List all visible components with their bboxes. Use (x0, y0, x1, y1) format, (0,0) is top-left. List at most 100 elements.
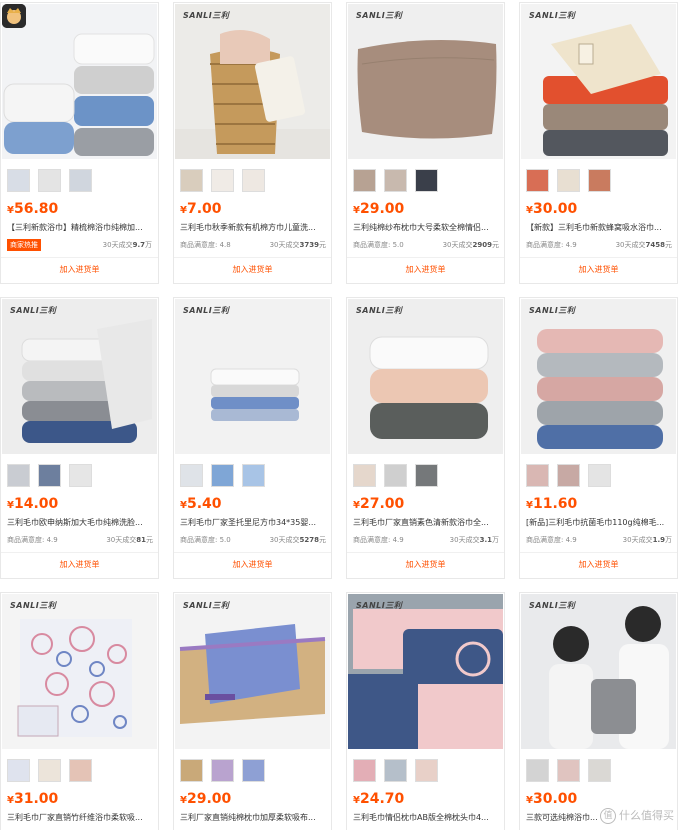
variant-thumbnail[interactable] (180, 759, 203, 782)
product-card[interactable]: SANLI三利 ¥31.00 三利毛巾厂家直销竹纤维浴巾柔软吸... (0, 592, 159, 830)
variant-thumbnail[interactable] (242, 464, 265, 487)
variant-thumbnail[interactable] (353, 169, 376, 192)
brand-logo: SANLI三利 (529, 306, 576, 315)
product-title[interactable]: 三利毛巾厂家直销素色清新款浴巾全... (353, 517, 499, 528)
add-to-stock-list-button[interactable]: 加入进货单 (520, 264, 677, 275)
product-card[interactable]: SANLI三利 ¥14.00 三利毛巾欧申纳斯加大毛巾纯棉洗脸... 商品满意度… (0, 297, 159, 579)
product-title[interactable]: [新品]三利毛巾抗菌毛巾110g纯棉毛... (526, 517, 672, 528)
product-title[interactable]: 【三利新款浴巾】精梳棉浴巾纯棉加... (7, 222, 153, 233)
product-image[interactable]: SANLI三利 (521, 299, 676, 454)
variant-thumbnail[interactable] (38, 169, 61, 192)
product-card[interactable]: SANLI三利 ¥30.00 【新款】三利毛巾新款蜂窝吸水浴巾... 商品满意度… (519, 2, 678, 284)
variant-thumbnail[interactable] (69, 759, 92, 782)
variant-thumbnail[interactable] (588, 464, 611, 487)
product-image[interactable] (2, 4, 157, 159)
variant-thumbnail[interactable] (557, 759, 580, 782)
product-card[interactable]: SANLI三利 ¥24.70 三利毛巾情侣枕巾AB版全棉枕头巾4... (346, 592, 505, 830)
product-card[interactable]: SANLI三利 ¥11.60 [新品]三利毛巾抗菌毛巾110g纯棉毛... 商品… (519, 297, 678, 579)
variant-thumbnail[interactable] (211, 759, 234, 782)
product-title[interactable]: 三利毛巾欧申纳斯加大毛巾纯棉洗脸... (7, 517, 153, 528)
variant-thumbnail[interactable] (211, 169, 234, 192)
add-to-stock-list-button[interactable]: 加入进货单 (347, 264, 504, 275)
sales-volume: 30天成交3739元 (269, 241, 326, 249)
sales-volume: 30天成交9.7万 (102, 241, 152, 249)
product-image[interactable]: SANLI三利 (348, 299, 503, 454)
add-to-stock-list-button[interactable]: 加入进货单 (347, 559, 504, 570)
brand-logo: SANLI三利 (356, 601, 403, 610)
product-title[interactable]: 三利毛巾秋季新款有机棉方巾儿童洗... (180, 222, 326, 233)
variant-thumbnail[interactable] (69, 464, 92, 487)
variant-thumbnail[interactable] (69, 169, 92, 192)
product-image[interactable]: SANLI三利 (2, 299, 157, 454)
add-to-stock-list-button[interactable]: 加入进货单 (520, 559, 677, 570)
product-image[interactable]: SANLI三利 (348, 4, 503, 159)
add-to-stock-list-button[interactable]: 加入进货单 (1, 559, 158, 570)
brand-logo: SANLI三利 (356, 306, 403, 315)
variant-thumbnail[interactable] (557, 169, 580, 192)
product-image[interactable]: SANLI三利 (175, 4, 330, 159)
variant-thumbnail[interactable] (38, 464, 61, 487)
brand-logo: SANLI三利 (529, 11, 576, 20)
product-title[interactable]: 三利毛巾厂家圣托里尼方巾34*35婴... (180, 517, 326, 528)
product-card[interactable]: ¥56.80 【三利新款浴巾】精梳棉浴巾纯棉加... 商家热推 30天成交9.7… (0, 2, 159, 284)
promo-badge: 商家热推 (7, 239, 41, 251)
variant-thumbnail[interactable] (415, 169, 438, 192)
variant-thumbnail[interactable] (384, 464, 407, 487)
variant-thumbnail[interactable] (588, 169, 611, 192)
satisfaction-rating: 商品满意度: 4.9 (353, 536, 404, 544)
variant-thumbnail[interactable] (7, 464, 30, 487)
add-to-stock-list-button[interactable]: 加入进货单 (1, 264, 158, 275)
variant-thumbnail[interactable] (242, 759, 265, 782)
divider (1, 552, 158, 553)
product-image[interactable]: SANLI三利 (175, 299, 330, 454)
variant-thumbnail[interactable] (526, 759, 549, 782)
product-image[interactable]: SANLI三利 (521, 4, 676, 159)
product-title[interactable]: 三利毛巾情侣枕巾AB版全棉枕头巾4... (353, 812, 499, 823)
variant-thumbnail[interactable] (384, 759, 407, 782)
product-card[interactable]: SANLI三利 ¥29.00 三利纯棉纱布枕巾大号柔软全棉情侣... 商品满意度… (346, 2, 505, 284)
variant-thumbnail[interactable] (526, 464, 549, 487)
satisfaction-rating: 商品满意度: 4.9 (526, 241, 577, 249)
divider (1, 257, 158, 258)
add-to-stock-list-button[interactable]: 加入进货单 (174, 264, 331, 275)
satisfaction-rating: 商品满意度: 4.8 (180, 241, 231, 249)
product-title[interactable]: 三利纯棉纱布枕巾大号柔软全棉情侣... (353, 222, 499, 233)
product-card[interactable]: SANLI三利 ¥30.00 三款可选纯棉浴巾... (519, 592, 678, 830)
variant-thumbnail[interactable] (38, 759, 61, 782)
product-title[interactable]: 三利毛巾厂家直销竹纤维浴巾柔软吸... (7, 812, 153, 823)
variant-thumbnail[interactable] (353, 759, 376, 782)
product-image[interactable]: SANLI三利 (175, 594, 330, 749)
product-price: ¥7.00 (180, 201, 222, 217)
product-title[interactable]: 三利厂家直销纯棉枕巾加厚柔软吸布... (180, 812, 326, 823)
variant-thumbnail[interactable] (180, 169, 203, 192)
variant-thumbnail[interactable] (353, 464, 376, 487)
product-card[interactable]: SANLI三利 ¥27.00 三利毛巾厂家直销素色清新款浴巾全... 商品满意度… (346, 297, 505, 579)
variant-thumbnail[interactable] (588, 759, 611, 782)
product-price: ¥31.00 (7, 791, 59, 807)
variant-thumbnail[interactable] (557, 464, 580, 487)
variant-thumbnail[interactable] (7, 169, 30, 192)
product-card[interactable]: SANLI三利 ¥5.40 三利毛巾厂家圣托里尼方巾34*35婴... 商品满意… (173, 297, 332, 579)
product-price: ¥5.40 (180, 496, 222, 512)
variant-thumbnail[interactable] (526, 169, 549, 192)
add-to-stock-list-button[interactable]: 加入进货单 (174, 559, 331, 570)
variant-thumbnail[interactable] (7, 759, 30, 782)
variant-thumbnail[interactable] (384, 169, 407, 192)
variant-thumbnail[interactable] (415, 759, 438, 782)
variant-thumbnail[interactable] (415, 464, 438, 487)
product-title[interactable]: 【新款】三利毛巾新款蜂窝吸水浴巾... (526, 222, 672, 233)
user-avatar[interactable] (2, 4, 26, 28)
variant-thumbnail[interactable] (211, 464, 234, 487)
variant-thumbnail[interactable] (180, 464, 203, 487)
product-card[interactable]: SANLI三利 ¥29.00 三利厂家直销纯棉枕巾加厚柔软吸布... (173, 592, 332, 830)
product-image[interactable]: SANLI三利 (2, 594, 157, 749)
variant-thumbnail[interactable] (242, 169, 265, 192)
product-image[interactable]: SANLI三利 (348, 594, 503, 749)
divider (174, 552, 331, 553)
brand-logo: SANLI三利 (183, 306, 230, 315)
product-card[interactable]: SANLI三利 ¥7.00 三利毛巾秋季新款有机棉方巾儿童洗... 商品满意度:… (173, 2, 332, 284)
product-image[interactable]: SANLI三利 (521, 594, 676, 749)
watermark-text: 什么值得买 (619, 809, 674, 822)
brand-logo: SANLI三利 (356, 11, 403, 20)
divider (520, 552, 677, 553)
